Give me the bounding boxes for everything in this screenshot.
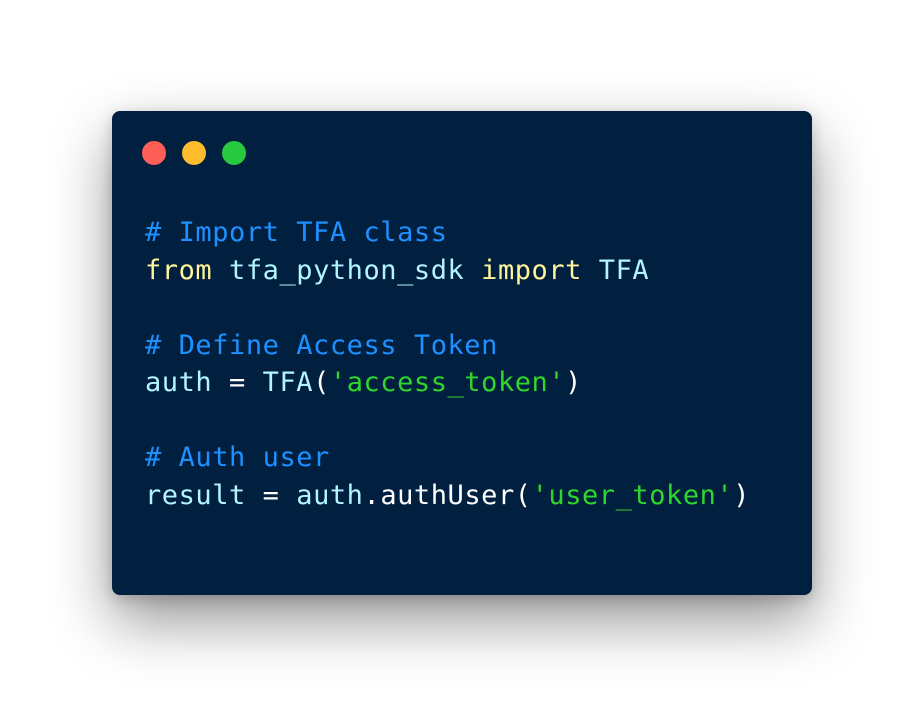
code-token-keyword: from: [145, 254, 213, 286]
code-line: from tfa_python_sdk import TFA: [145, 252, 750, 290]
code-token-plain: .: [363, 479, 381, 511]
code-line: # Import TFA class: [145, 214, 750, 252]
code-token-plain: ): [733, 479, 751, 511]
code-token-plain: =: [245, 479, 297, 511]
code-window: # Import TFA class from tfa_python_sdk im…: [112, 111, 812, 595]
close-button[interactable]: [142, 141, 166, 165]
code-token-plain: authUser: [380, 479, 515, 511]
code-token-string: 'access_token': [329, 367, 566, 398]
code-token-comment: # Auth user: [145, 442, 330, 473]
window-controls: [142, 141, 246, 165]
code-token-identifier: tfa_python_sdk: [229, 254, 465, 286]
code-token-identifier: TFA: [598, 254, 650, 286]
code-token-plain: ): [565, 367, 582, 398]
minimize-button[interactable]: [182, 141, 206, 165]
code-token-plain: (: [313, 367, 330, 398]
code-token-comment: # Import TFA class: [145, 217, 448, 248]
code-token-plain: (: [514, 479, 532, 511]
code-token-identifier: result: [145, 479, 246, 511]
code-token-string: 'user_token': [531, 479, 734, 511]
code-token-comment: # Define Access Token: [145, 329, 498, 361]
code-token-plain: =: [212, 367, 263, 398]
code-line: result = auth.authUser('user_token'): [145, 477, 750, 515]
code-block: # Import TFA class from tfa_python_sdk im…: [145, 214, 750, 514]
code-token-identifier: auth: [145, 367, 213, 398]
code-line: auth = TFA('access_token'): [145, 364, 750, 402]
code-token-identifier: TFA: [262, 367, 314, 398]
canvas: # Import TFA class from tfa_python_sdk im…: [0, 0, 924, 706]
code-token-keyword: import: [481, 254, 582, 286]
code-line: # Auth user: [145, 439, 750, 477]
maximize-button[interactable]: [222, 141, 246, 165]
code-token-identifier: auth: [296, 479, 364, 511]
code-line: # Define Access Token: [145, 327, 750, 365]
